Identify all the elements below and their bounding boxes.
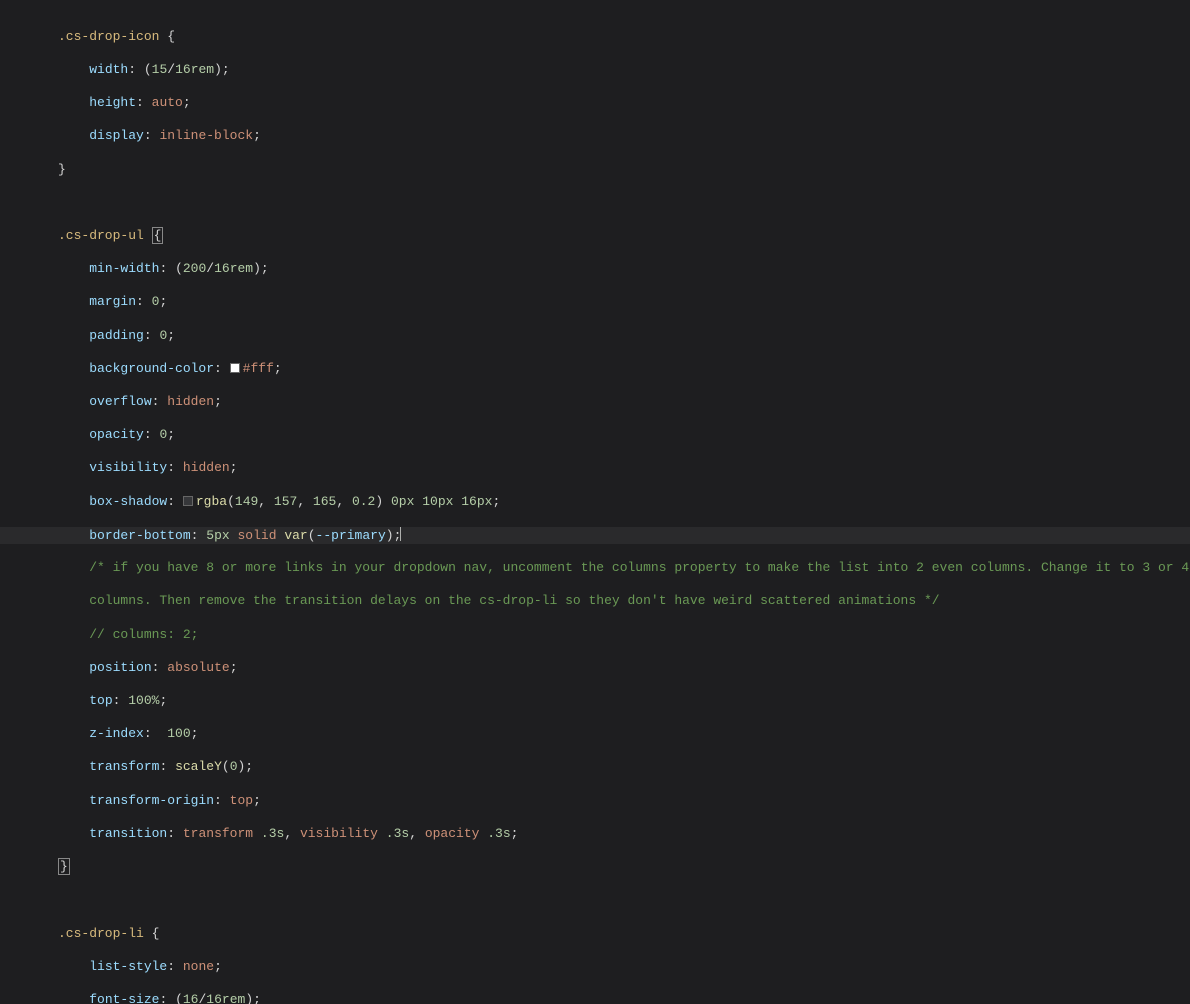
code-line-active[interactable]: border-bottom: 5px solid var(--primary); bbox=[58, 527, 1190, 544]
selector: .cs-drop-ul bbox=[58, 228, 144, 243]
code-line[interactable]: visibility: hidden; bbox=[58, 460, 1190, 477]
comment: /* if you have 8 or more links in your d… bbox=[89, 560, 1190, 575]
text-cursor-icon bbox=[400, 527, 401, 541]
property: transform-origin bbox=[89, 793, 214, 808]
code-line[interactable]: position: absolute; bbox=[58, 660, 1190, 677]
comment-line[interactable]: /* if you have 8 or more links in your d… bbox=[58, 560, 1190, 577]
color-swatch-icon bbox=[230, 363, 240, 373]
property: transform bbox=[89, 759, 159, 774]
property: height bbox=[89, 95, 136, 110]
value: auto bbox=[152, 95, 183, 110]
code-line[interactable]: top: 100%; bbox=[58, 693, 1190, 710]
value: hidden bbox=[183, 460, 230, 475]
property: opacity bbox=[89, 427, 144, 442]
property: display bbox=[89, 128, 144, 143]
code-line[interactable]: transition: transform .3s, visibility .3… bbox=[58, 826, 1190, 843]
value: 100 bbox=[159, 726, 190, 741]
code-line[interactable]: font-size: (16/16rem); bbox=[58, 992, 1190, 1004]
brace-close: } bbox=[58, 162, 66, 177]
brace-open: { bbox=[167, 29, 175, 44]
code-editor[interactable]: .cs-drop-icon { width: (15/16rem); heigh… bbox=[58, 0, 1190, 502]
property: list-style bbox=[89, 959, 167, 974]
selector: .cs-drop-li bbox=[58, 926, 144, 941]
code-line[interactable]: list-style: none; bbox=[58, 959, 1190, 976]
property: background-color bbox=[89, 361, 214, 376]
brace-open-matched: { bbox=[152, 227, 164, 244]
blank-line[interactable] bbox=[58, 195, 1190, 212]
code-line[interactable]: width: (15/16rem); bbox=[58, 62, 1190, 79]
value: #fff bbox=[243, 361, 274, 376]
code-line[interactable]: padding: 0; bbox=[58, 328, 1190, 345]
code-line[interactable]: opacity: 0; bbox=[58, 427, 1190, 444]
brace-open: { bbox=[152, 926, 160, 941]
code-line[interactable]: } bbox=[58, 162, 1190, 179]
code-line[interactable]: margin: 0; bbox=[58, 294, 1190, 311]
editor-gutter bbox=[0, 0, 58, 502]
property: border-bottom bbox=[89, 528, 190, 543]
property: min-width bbox=[89, 261, 159, 276]
code-line[interactable]: .cs-drop-li { bbox=[58, 926, 1190, 943]
value: absolute bbox=[167, 660, 229, 675]
code-line[interactable]: } bbox=[58, 859, 1190, 876]
property: z-index bbox=[89, 726, 144, 741]
code-line[interactable]: min-width: (200/16rem); bbox=[58, 261, 1190, 278]
brace-close-matched: } bbox=[58, 858, 70, 875]
comment: columns. Then remove the transition dela… bbox=[89, 593, 939, 608]
property: transition bbox=[89, 826, 167, 841]
blank-line[interactable] bbox=[58, 892, 1190, 909]
property: overflow bbox=[89, 394, 151, 409]
color-swatch-icon bbox=[183, 496, 193, 506]
property: padding bbox=[89, 328, 144, 343]
property: top bbox=[89, 693, 112, 708]
value: none bbox=[183, 959, 214, 974]
code-line[interactable]: background-color: #fff; bbox=[58, 361, 1190, 378]
property: margin bbox=[89, 294, 136, 309]
property: visibility bbox=[89, 460, 167, 475]
code-line[interactable]: transform-origin: top; bbox=[58, 793, 1190, 810]
code-line[interactable]: .cs-drop-icon { bbox=[58, 29, 1190, 46]
value: top bbox=[230, 793, 253, 808]
code-line[interactable]: transform: scaleY(0); bbox=[58, 759, 1190, 776]
property: width bbox=[89, 62, 128, 77]
code-line[interactable]: height: auto; bbox=[58, 95, 1190, 112]
code-line[interactable]: .cs-drop-ul { bbox=[58, 228, 1190, 245]
property: position bbox=[89, 660, 151, 675]
code-line[interactable]: z-index: 100; bbox=[58, 726, 1190, 743]
code-line[interactable]: display: inline-block; bbox=[58, 128, 1190, 145]
code-line[interactable]: overflow: hidden; bbox=[58, 394, 1190, 411]
value: hidden bbox=[167, 394, 214, 409]
property: font-size bbox=[89, 992, 159, 1004]
value: inline-block bbox=[159, 128, 253, 143]
comment-line[interactable]: // columns: 2; bbox=[58, 627, 1190, 644]
comment-line[interactable]: columns. Then remove the transition dela… bbox=[58, 593, 1190, 610]
selector: .cs-drop-icon bbox=[58, 29, 159, 44]
property: box-shadow bbox=[89, 494, 167, 509]
comment: // columns: 2; bbox=[89, 627, 198, 642]
